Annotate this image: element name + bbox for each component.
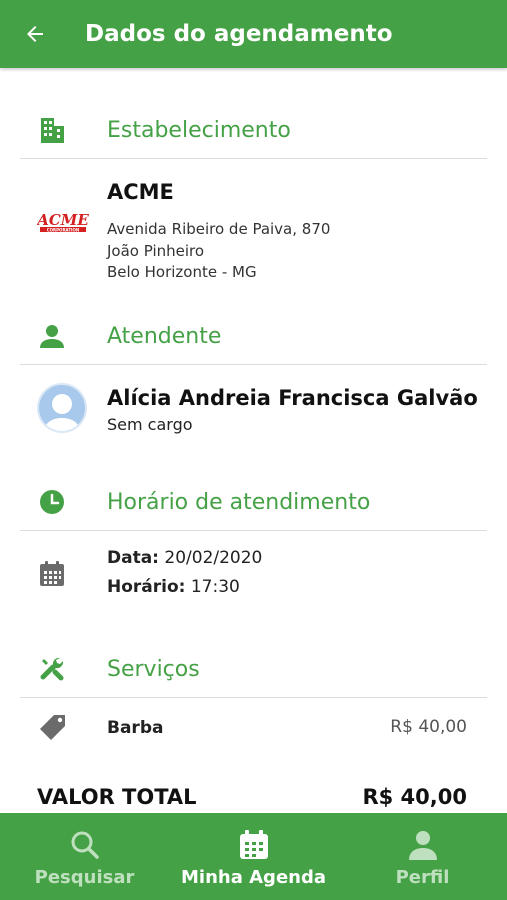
clock-icon — [37, 487, 67, 517]
nav-item-search[interactable]: Pesquisar — [0, 813, 169, 900]
section-title: Atendente — [107, 323, 222, 349]
back-arrow-icon[interactable] — [20, 19, 50, 49]
section-attendant-header: Atendente — [0, 307, 507, 365]
section-title: Horário de atendimento — [107, 489, 371, 515]
divider — [20, 158, 487, 159]
establishment-city: Belo Horizonte - MG — [107, 263, 257, 281]
person-icon — [407, 829, 439, 861]
page-title: Dados do agendamento — [85, 21, 393, 47]
svg-text:CORPORATION: CORPORATION — [47, 227, 80, 232]
nav-label: Perfil — [395, 867, 450, 888]
bottom-navigation: Pesquisar Minha Agenda Perfil — [0, 813, 507, 900]
date-row: Data: 20/02/2020 — [107, 548, 262, 568]
calendar-icon — [238, 829, 270, 861]
avatar — [37, 383, 87, 433]
section-establishment-header: Estabelecimento — [0, 101, 507, 159]
tools-icon — [37, 654, 67, 684]
establishment-address: Avenida Ribeiro de Paiva, 870 — [107, 220, 331, 238]
date-label: Data: — [107, 548, 159, 568]
attendant-name: Alícia Andreia Francisca Galvão — [107, 386, 478, 410]
section-title: Serviços — [107, 656, 200, 682]
time-value: 17:30 — [190, 577, 240, 597]
divider — [20, 364, 487, 365]
divider — [20, 530, 487, 531]
total-value: R$ 40,00 — [362, 785, 467, 809]
total-label: VALOR TOTAL — [37, 785, 197, 809]
person-icon — [37, 321, 67, 351]
nav-item-profile[interactable]: Perfil — [338, 813, 507, 900]
divider — [20, 697, 487, 698]
nav-label: Minha Agenda — [181, 867, 326, 888]
building-icon — [37, 115, 67, 145]
service-name: Barba — [107, 718, 164, 738]
nav-item-agenda[interactable]: Minha Agenda — [169, 813, 338, 900]
calendar-icon — [38, 560, 66, 588]
search-icon — [69, 829, 101, 861]
service-price: R$ 40,00 — [390, 717, 467, 737]
time-label: Horário: — [107, 577, 186, 597]
establishment-name: ACME — [107, 180, 174, 204]
establishment-district: João Pinheiro — [107, 242, 205, 260]
app-bar: Dados do agendamento — [0, 0, 507, 68]
tag-icon — [38, 713, 68, 743]
section-services-header: Serviços — [0, 640, 507, 698]
nav-label: Pesquisar — [34, 867, 135, 888]
time-row: Horário: 17:30 — [107, 577, 240, 597]
section-title: Estabelecimento — [107, 117, 291, 143]
date-value: 20/02/2020 — [164, 548, 263, 568]
section-schedule-header: Horário de atendimento — [0, 473, 507, 531]
attendant-role: Sem cargo — [107, 415, 193, 434]
acme-logo: ACME CORPORATION — [35, 211, 89, 234]
